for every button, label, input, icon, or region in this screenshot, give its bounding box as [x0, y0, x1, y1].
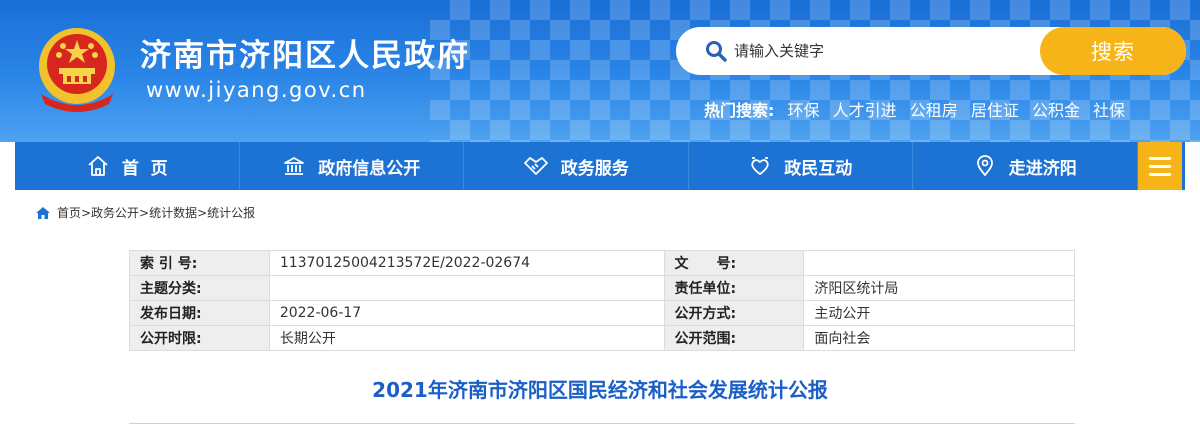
meta-key: 责任单位:: [663, 275, 805, 301]
meta-key: 公开时限:: [129, 325, 270, 351]
nav-item-about-jiyang[interactable]: 走进济阳: [913, 142, 1138, 190]
meta-value: 长期公开: [268, 325, 665, 351]
nav-item-government-info[interactable]: 政府信息公开: [240, 142, 464, 190]
search-input[interactable]: [734, 37, 1034, 65]
meta-key: 公开方式:: [663, 300, 805, 326]
interaction-icon: [751, 157, 769, 175]
nav-item-label: 政府信息公开: [318, 158, 421, 179]
table-row: 主题分类: 责任单位: 济阳区统计局: [129, 275, 1075, 301]
hamburger-menu-icon[interactable]: [1137, 142, 1182, 190]
nav-item-interaction[interactable]: 政民互动: [689, 142, 913, 190]
government-building-icon: [284, 157, 305, 175]
search-icon: [706, 41, 727, 62]
meta-value: 主动公开: [803, 300, 1075, 326]
hot-searches-label: 热门搜索:: [704, 101, 775, 120]
search-button[interactable]: 搜索: [1040, 27, 1186, 75]
meta-key: 发布日期:: [129, 300, 270, 326]
nav-item-label: 政民互动: [784, 158, 853, 179]
nav-item-services[interactable]: 政务服务: [464, 142, 689, 190]
meta-key: 索 引 号:: [129, 250, 270, 276]
meta-value: [268, 275, 665, 301]
handshake-icon: [523, 157, 548, 175]
meta-value: 面向社会: [803, 325, 1075, 351]
breadcrumb-path[interactable]: 首页>政务公开>统计数据>统计公报: [57, 204, 255, 221]
site-header: 济南市济阳区人民政府 www.jiyang.gov.cn 搜索 热门搜索: 环保…: [0, 0, 1200, 142]
site-url: www.jiyang.gov.cn: [146, 78, 367, 102]
hot-searches: 热门搜索: 环保 人才引进 公租房 居住证 公积金 社保: [704, 97, 1125, 121]
hot-search-link[interactable]: 公积金: [1032, 101, 1080, 120]
document-title: 2021年济南市济阳区国民经济和社会发展统计公报: [372, 378, 828, 402]
hot-search-link[interactable]: 公租房: [910, 101, 958, 120]
table-row: 公开时限: 长期公开 公开范围: 面向社会: [129, 325, 1075, 351]
national-emblem-icon[interactable]: [33, 24, 121, 112]
hot-search-link[interactable]: 社保: [1093, 101, 1125, 120]
table-row: 发布日期: 2022-06-17 公开方式: 主动公开: [129, 300, 1075, 326]
meta-value: 2022-06-17: [268, 300, 665, 326]
divider: [129, 423, 1075, 424]
nav-item-label: 首 页: [121, 158, 168, 179]
home-icon: [36, 206, 50, 219]
hot-search-link[interactable]: 居住证: [971, 101, 1019, 120]
table-row: 索 引 号: 11370125004213572E/2022-02674 文 号…: [129, 250, 1075, 276]
search-bar: 搜索: [676, 27, 1186, 75]
hot-search-link[interactable]: 环保: [788, 101, 820, 120]
meta-key: 主题分类:: [129, 275, 270, 301]
breadcrumb: 首页>政务公开>统计数据>统计公报: [36, 204, 255, 221]
meta-value: 11370125004213572E/2022-02674: [268, 250, 665, 276]
location-icon: [976, 155, 993, 176]
hot-search-link[interactable]: 人才引进: [833, 101, 897, 120]
meta-value: 济阳区统计局: [803, 275, 1075, 301]
main-nav: 首 页 政府信息公开 政务服务 政民互动 走进济阳: [15, 142, 1185, 190]
home-icon: [88, 156, 108, 176]
document-metadata-table: 索 引 号: 11370125004213572E/2022-02674 文 号…: [129, 250, 1075, 351]
meta-key: 公开范围:: [663, 325, 805, 351]
nav-item-home[interactable]: 首 页: [15, 142, 240, 190]
nav-item-label: 政务服务: [560, 158, 629, 179]
nav-item-label: 走进济阳: [1008, 158, 1077, 179]
meta-value: [803, 250, 1075, 276]
site-title[interactable]: 济南市济阳区人民政府: [140, 30, 470, 75]
meta-key: 文 号:: [663, 250, 805, 276]
